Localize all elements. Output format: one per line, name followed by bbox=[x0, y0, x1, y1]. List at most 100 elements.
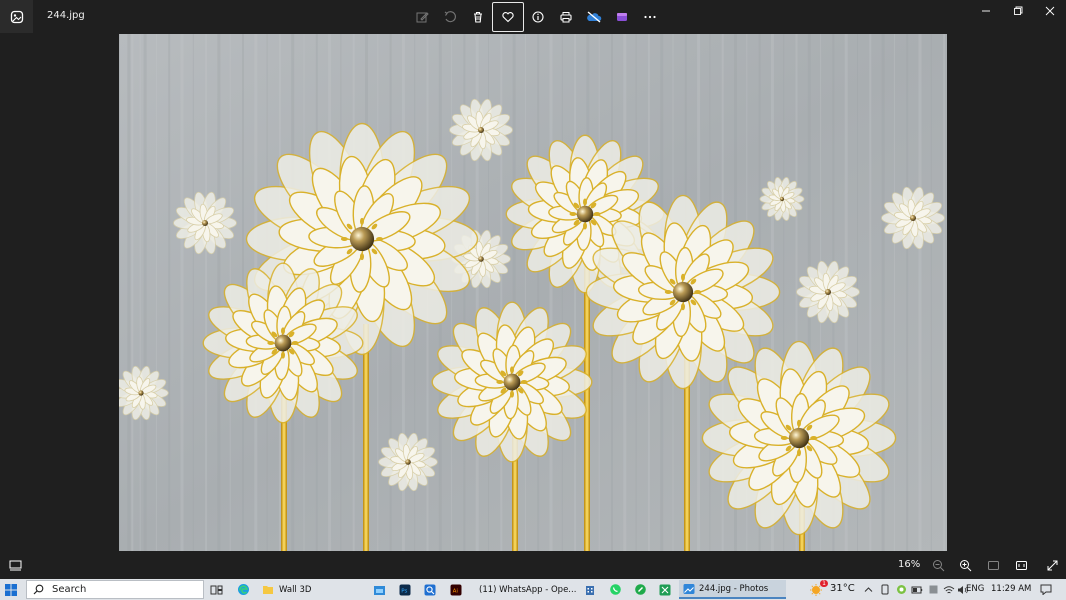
title-bar: 244.jpg bbox=[0, 0, 1066, 34]
tray-phone-link[interactable] bbox=[878, 581, 892, 598]
edge-icon bbox=[237, 584, 249, 595]
onedrive-icon bbox=[587, 11, 602, 23]
chevron-up-icon bbox=[864, 587, 872, 592]
magnifier-app-icon bbox=[424, 584, 436, 595]
green-chat-icon bbox=[634, 584, 646, 595]
onedrive-button[interactable] bbox=[580, 2, 608, 32]
favorite-button[interactable] bbox=[492, 2, 524, 32]
hangouts-button[interactable] bbox=[631, 581, 649, 598]
big-flower bbox=[202, 262, 364, 424]
file-explorer-icon bbox=[373, 585, 385, 595]
illustrator-icon: Ai bbox=[450, 584, 462, 595]
window-controls bbox=[970, 0, 1066, 24]
delete-icon bbox=[474, 11, 482, 23]
big-flower bbox=[701, 340, 897, 536]
flower-wall-image bbox=[119, 34, 947, 551]
search-icon bbox=[33, 584, 44, 595]
file-name: 244.jpg bbox=[47, 10, 85, 21]
illustrator-button[interactable]: Ai bbox=[447, 581, 465, 598]
more-options-button[interactable] bbox=[636, 2, 664, 32]
photoshop-button[interactable]: Ps bbox=[396, 581, 414, 598]
office-app-button[interactable] bbox=[581, 581, 599, 598]
whatsapp-web-label: (11) WhatsApp - Ope... bbox=[479, 584, 577, 595]
full-screen-button[interactable] bbox=[1043, 556, 1061, 574]
clipchamp-button[interactable] bbox=[608, 2, 636, 32]
print-button[interactable] bbox=[552, 2, 580, 32]
rotate-icon bbox=[444, 11, 456, 23]
zoom-out-icon bbox=[932, 559, 944, 571]
taskbar-item-whatsapp-web[interactable]: (11) WhatsApp - Ope... bbox=[472, 580, 576, 599]
edit-image-icon bbox=[416, 12, 429, 23]
clipchamp-icon bbox=[617, 13, 627, 21]
green-tray-icon bbox=[896, 585, 906, 594]
minimize-icon bbox=[982, 10, 990, 12]
taskbar-item-folder[interactable]: Wall 3D bbox=[259, 580, 347, 599]
photos-app: 244.jpg 16% Search Wall 3D Ps Ai (11) Wh… bbox=[0, 0, 1066, 600]
notification-icon bbox=[1040, 584, 1052, 595]
print-icon bbox=[560, 12, 572, 23]
sheets-button[interactable] bbox=[656, 581, 674, 598]
delete-button[interactable] bbox=[464, 2, 492, 32]
whatsapp-icon bbox=[609, 584, 621, 595]
building-app-icon bbox=[586, 585, 594, 595]
svg-text:Ai: Ai bbox=[453, 588, 459, 594]
windows-logo-icon bbox=[5, 584, 17, 596]
edge-button[interactable] bbox=[234, 581, 252, 598]
task-view-button[interactable] bbox=[207, 581, 225, 598]
tray-app-gray[interactable] bbox=[926, 581, 940, 598]
fit-to-window-icon bbox=[987, 560, 999, 570]
zoom-app-button[interactable] bbox=[421, 581, 439, 598]
clock-time[interactable]: 11:29 AM bbox=[991, 584, 1031, 594]
notification-center-button[interactable] bbox=[1037, 581, 1055, 598]
minimize-button[interactable] bbox=[970, 0, 1002, 22]
tray-app-green[interactable] bbox=[894, 581, 908, 598]
more-options-icon bbox=[644, 15, 656, 19]
show-hidden-icons-button[interactable] bbox=[862, 581, 874, 598]
viewer-bottom-bar: 16% bbox=[0, 551, 1066, 579]
full-screen-icon bbox=[1047, 560, 1057, 570]
folder-label: Wall 3D bbox=[279, 584, 312, 595]
whatsapp-button[interactable] bbox=[606, 581, 624, 598]
image-viewer[interactable] bbox=[0, 34, 1066, 551]
filmstrip-icon bbox=[9, 560, 21, 570]
task-view-icon bbox=[210, 585, 222, 594]
zoom-in-button[interactable] bbox=[956, 556, 974, 574]
edit-image-button[interactable] bbox=[408, 2, 436, 32]
weather-widget[interactable]: 1 bbox=[806, 580, 828, 598]
taskbar-item-photos[interactable]: 244.jpg - Photos bbox=[679, 580, 786, 599]
file-explorer-button[interactable] bbox=[370, 581, 388, 598]
spreadsheet-icon bbox=[659, 584, 671, 595]
phone-link-icon bbox=[881, 584, 889, 595]
photo-canvas[interactable] bbox=[119, 34, 947, 551]
actual-size-button[interactable] bbox=[1012, 556, 1030, 574]
close-button[interactable] bbox=[1034, 0, 1066, 22]
weather-badge: 1 bbox=[820, 580, 828, 587]
windows-taskbar: Search Wall 3D Ps Ai (11) WhatsApp - Ope… bbox=[0, 579, 1066, 600]
weather-temperature: 31°C bbox=[830, 583, 855, 594]
zoom-out-button[interactable] bbox=[929, 556, 947, 574]
info-button[interactable] bbox=[524, 2, 552, 32]
fit-to-window-button[interactable] bbox=[984, 556, 1002, 574]
photos-taskbar-icon bbox=[683, 583, 695, 594]
photos-task-label: 244.jpg - Photos bbox=[699, 583, 769, 594]
rotate-button[interactable] bbox=[436, 2, 464, 32]
filmstrip-button[interactable] bbox=[6, 557, 24, 573]
svg-text:Ps: Ps bbox=[401, 588, 407, 594]
actual-size-icon bbox=[1015, 560, 1027, 570]
close-icon bbox=[1045, 6, 1055, 16]
folder-icon bbox=[263, 586, 273, 594]
tray-wifi[interactable] bbox=[942, 581, 956, 598]
tray-battery[interactable] bbox=[910, 581, 924, 598]
restore-button[interactable] bbox=[1002, 0, 1034, 22]
search-label: Search bbox=[52, 584, 87, 595]
photos-app-icon[interactable] bbox=[0, 0, 33, 33]
taskbar-search[interactable]: Search bbox=[26, 580, 204, 599]
photoshop-icon: Ps bbox=[399, 584, 411, 595]
input-language[interactable]: ENG bbox=[966, 584, 984, 594]
start-button[interactable] bbox=[4, 582, 20, 597]
zoom-level: 16% bbox=[898, 559, 921, 570]
info-icon bbox=[532, 11, 544, 23]
image-toolbar bbox=[408, 2, 664, 32]
big-flower bbox=[431, 301, 593, 463]
battery-icon bbox=[911, 586, 923, 593]
